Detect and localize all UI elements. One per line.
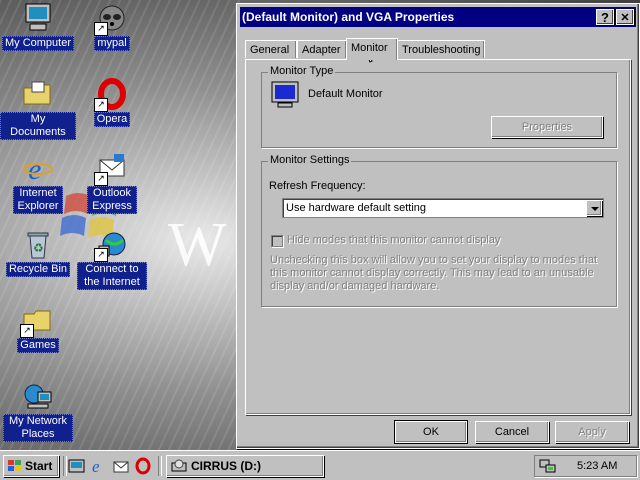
ie-icon[interactable]: e	[90, 457, 108, 475]
display-properties-dialog: (Default Monitor) and VGA Properties ? ✕…	[236, 3, 640, 449]
icon-label: Connect to the Internet	[77, 262, 147, 290]
desktop-icon-connect-internet[interactable]: ↗ Connect to the Internet	[74, 228, 150, 290]
dialog-title-bar[interactable]: (Default Monitor) and VGA Properties ? ✕	[240, 7, 636, 27]
desktop-icon-mypal[interactable]: ↗ mypal	[74, 2, 150, 51]
recycle-bin-icon: ♻	[22, 228, 54, 260]
svg-text:♻: ♻	[33, 241, 44, 255]
dialog-title: (Default Monitor) and VGA Properties	[242, 10, 455, 24]
hide-modes-checkbox[interactable]	[271, 235, 283, 247]
tab-general[interactable]: General	[245, 40, 297, 58]
icon-label: Opera	[93, 112, 131, 127]
refresh-frequency-dropdown[interactable]: Use hardware default setting	[282, 198, 604, 218]
shortcut-arrow-icon: ↗	[94, 98, 108, 112]
start-button[interactable]: Start	[3, 455, 59, 477]
show-desktop-icon[interactable]	[68, 457, 86, 475]
chevron-down-icon[interactable]	[586, 200, 602, 216]
folder-icon: ↗	[20, 304, 54, 338]
icon-label: Recycle Bin	[5, 262, 71, 277]
desktop-icon-opera[interactable]: ↗ Opera	[74, 78, 150, 127]
opera-icon: ↗	[94, 78, 128, 112]
monitor-type-group: Monitor Type Default Monitor Properties	[261, 65, 617, 148]
desktop-icon-my-computer[interactable]: My Computer	[0, 2, 76, 51]
tab-adapter[interactable]: Adapter	[297, 40, 347, 58]
taskbar: Start e CIRRUS (D:) 5:23 AM	[0, 450, 640, 480]
properties-button[interactable]: Properties	[491, 116, 603, 138]
shortcut-arrow-icon: ↗	[20, 324, 34, 338]
monitor-tab-panel: Monitor Type Default Monitor Properties …	[245, 59, 631, 415]
shortcut-arrow-icon: ↗	[94, 22, 108, 36]
help-button[interactable]: ?	[596, 9, 614, 25]
tab-monitor[interactable]: Monitor	[346, 38, 398, 60]
monitor-name: Default Monitor	[308, 88, 383, 100]
desktop-icon-my-network-places[interactable]: My Network Places	[0, 380, 76, 442]
svg-text:e: e	[28, 153, 41, 184]
system-tray: 5:23 AM	[534, 455, 637, 477]
desktop-icon-my-documents[interactable]: My Documents	[0, 78, 76, 140]
icon-label: Outlook Express	[87, 186, 137, 214]
start-label: Start	[25, 459, 53, 473]
icon-label: My Network Places	[3, 414, 73, 442]
windows-logo-text: W	[168, 211, 229, 279]
cancel-button[interactable]: Cancel	[475, 421, 549, 443]
icon-label: My Documents	[0, 112, 76, 140]
network-tray-icon[interactable]	[539, 458, 557, 474]
taskbar-separator	[63, 456, 67, 476]
outlook-icon[interactable]	[112, 457, 130, 475]
computer-icon	[22, 2, 54, 34]
folder-documents-icon	[22, 78, 54, 110]
desktop-icon-games[interactable]: ↗ Games	[0, 304, 76, 353]
cd-drive-icon	[171, 459, 187, 472]
opera-icon[interactable]	[134, 457, 152, 475]
monitor-settings-group: Monitor Settings Refresh Frequency: Use …	[261, 154, 617, 307]
desktop-icon-internet-explorer[interactable]: e Internet Explorer	[0, 152, 76, 214]
monitor-icon	[270, 81, 300, 111]
icon-label: Internet Explorer	[13, 186, 63, 214]
apply-button[interactable]: Apply	[555, 421, 629, 443]
taskbar-separator	[158, 456, 162, 476]
group-title: Monitor Settings	[268, 154, 352, 166]
ok-button[interactable]: OK	[394, 420, 468, 444]
refresh-frequency-label: Refresh Frequency:	[269, 180, 366, 192]
warning-description: Unchecking this box will allow you to se…	[270, 254, 598, 292]
windows-flag-icon	[8, 460, 21, 471]
connect-icon: ↗	[94, 228, 128, 262]
shortcut-arrow-icon: ↗	[94, 248, 108, 262]
tab-troubleshooting[interactable]: Troubleshooting	[397, 40, 485, 58]
shortcut-arrow-icon: ↗	[94, 172, 108, 186]
network-icon	[22, 380, 54, 412]
clock[interactable]: 5:23 AM	[577, 460, 617, 472]
icon-label: My Computer	[1, 36, 75, 51]
taskbar-task-cirrus[interactable]: CIRRUS (D:)	[166, 455, 324, 477]
task-label: CIRRUS (D:)	[191, 459, 261, 473]
icon-label: mypal	[94, 36, 130, 51]
icon-label: Games	[17, 338, 59, 353]
ie-icon: e	[22, 152, 54, 186]
refresh-frequency-value: Use hardware default setting	[286, 202, 427, 214]
raccoon-icon: ↗	[94, 2, 128, 36]
desktop-icon-outlook-express[interactable]: ↗ Outlook Express	[74, 152, 150, 214]
hide-modes-label: Hide modes that this monitor cannot disp…	[287, 234, 501, 246]
close-button[interactable]: ✕	[616, 9, 634, 25]
desktop-icon-recycle-bin[interactable]: ♻ Recycle Bin	[0, 228, 76, 277]
outlook-icon: ↗	[94, 152, 128, 186]
svg-text:e: e	[92, 457, 100, 475]
group-title: Monitor Type	[268, 65, 336, 77]
